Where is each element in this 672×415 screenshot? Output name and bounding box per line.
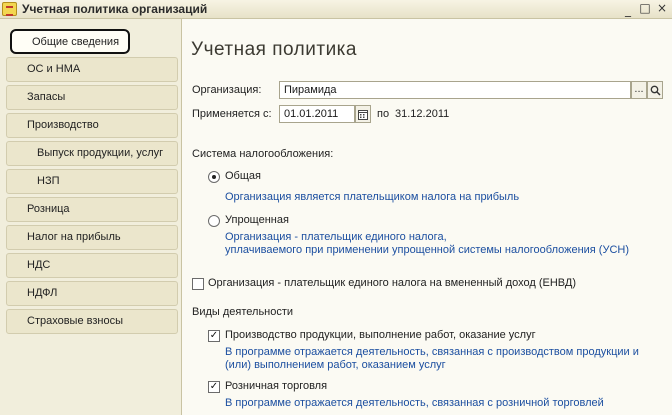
sidebar-item-inventory[interactable]: Запасы <box>6 85 178 110</box>
calendar-icon <box>358 110 368 120</box>
sidebar-item-personal-income-tax[interactable]: НДФЛ <box>6 281 178 306</box>
envd-label[interactable]: Организация - плательщик единого налога … <box>208 277 576 289</box>
sidebar-item-production[interactable]: Производство <box>6 113 178 138</box>
close-button[interactable]: × <box>654 1 670 16</box>
window-title: Учетная политика организаций <box>22 2 208 16</box>
retail-label[interactable]: Розничная торговля <box>225 380 327 392</box>
envd-checkbox[interactable] <box>192 278 204 290</box>
tax-simplified-label[interactable]: Упрощенная <box>225 214 289 226</box>
title-bar: Учетная политика организаций _ □ × <box>0 0 672 19</box>
select-more-button[interactable]: ... <box>631 81 647 99</box>
sidebar-item-general[interactable]: Общие сведения <box>10 29 130 54</box>
tax-simplified-hint-line1: Организация - плательщик единого налога, <box>225 231 447 243</box>
applies-to-date: 31.12.2011 <box>395 108 450 120</box>
applies-to-prefix: по <box>377 108 390 120</box>
org-label: Организация: <box>192 84 262 96</box>
page-title: Учетная политика <box>191 39 357 60</box>
applies-from-date-field[interactable]: 01.01.2011 <box>279 105 355 123</box>
calendar-button[interactable] <box>355 105 371 123</box>
sidebar-item-output[interactable]: Выпуск продукции, услуг <box>6 141 178 166</box>
production-hint-line2: (или) выполнением работ, оказанием услуг <box>225 359 446 371</box>
tax-simplified-hint-line2: уплачиваемого при применении упрощенной … <box>225 244 630 256</box>
sidebar-item-fixed-assets[interactable]: ОС и НМА <box>6 57 178 82</box>
search-button[interactable] <box>647 81 663 99</box>
sidebar-item-wip[interactable]: НЗП <box>6 169 178 194</box>
sidebar-item-insurance[interactable]: Страховые взносы <box>6 309 178 334</box>
sidebar-item-vat[interactable]: НДС <box>6 253 178 278</box>
app-icon <box>2 2 17 16</box>
retail-hint: В программе отражается деятельность, свя… <box>225 397 604 409</box>
sidebar-item-profit-tax[interactable]: Налог на прибыль <box>6 225 178 250</box>
tax-simplified-radio[interactable] <box>208 215 220 227</box>
tax-general-label[interactable]: Общая <box>225 170 261 182</box>
organization-field[interactable]: Пирамида <box>279 81 631 99</box>
production-hint-line1: В программе отражается деятельность, свя… <box>225 346 639 358</box>
tax-system-label: Система налогообложения: <box>192 148 334 160</box>
production-label[interactable]: Производство продукции, выполнение работ… <box>225 329 536 341</box>
main-panel: Учетная политика Организация: Пирамида .… <box>183 19 672 415</box>
applies-from-label: Применяется с: <box>192 108 272 120</box>
search-icon <box>650 85 661 96</box>
activities-label: Виды деятельности <box>192 306 294 318</box>
tax-general-radio[interactable] <box>208 171 220 183</box>
sidebar: Общие сведения ОС и НМА Запасы Производс… <box>0 19 182 415</box>
retail-checkbox[interactable]: ✓ <box>208 381 220 393</box>
minimize-button[interactable]: _ <box>620 3 636 18</box>
tax-general-hint: Организация является плательщиком налога… <box>225 191 520 203</box>
production-checkbox[interactable]: ✓ <box>208 330 220 342</box>
maximize-button[interactable]: □ <box>637 1 653 16</box>
sidebar-item-retail[interactable]: Розница <box>6 197 178 222</box>
